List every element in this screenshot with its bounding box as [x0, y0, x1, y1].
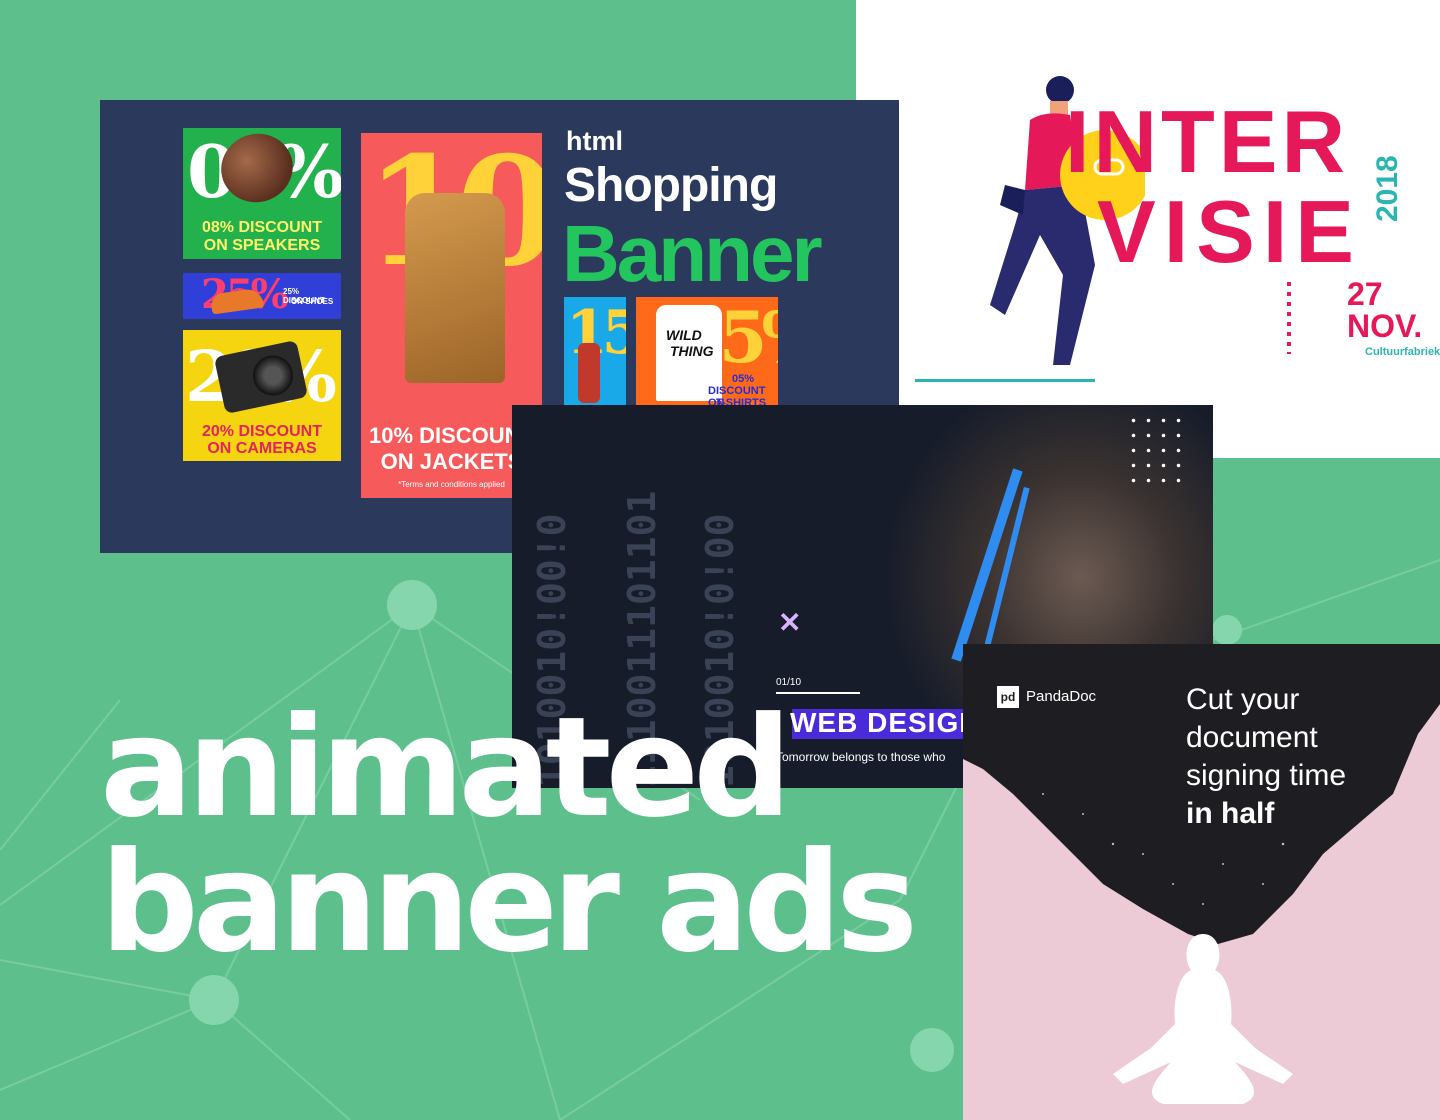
headline-line2: banner ads — [100, 822, 918, 984]
pandadoc-banner: pd PandaDoc Cut your document signing ti… — [963, 644, 1440, 1120]
intervisie-year: 2018 — [1371, 155, 1404, 222]
pandadoc-brand: PandaDoc — [1026, 688, 1097, 705]
shopping-title-line2: Banner — [562, 209, 823, 298]
tshirts-discount-tile: 05% WILD THING 05% DISCOUNT ON T-SHIRTS — [636, 297, 778, 407]
blender-discount-tile: 15 — [564, 297, 626, 407]
tshirts-caption-line1: 05% — [732, 373, 755, 385]
intervisie-ground-line — [915, 379, 1095, 382]
intervisie-dots — [1287, 282, 1291, 354]
shopping-eyebrow: html — [566, 126, 623, 156]
pandadoc-line3: signing time — [1186, 759, 1347, 792]
shoes-caption-line2: ON SHOES — [291, 297, 334, 306]
blender-image — [578, 343, 600, 403]
intervisie-date-month: NOV. — [1347, 308, 1423, 344]
pandadoc-line4: in half — [1186, 797, 1275, 830]
jacket-image — [405, 193, 505, 383]
pandadoc-logo-mark: pd — [997, 686, 1019, 708]
shoes-discount-tile: 25% 25% DISCOUNT ON SHOES — [183, 273, 341, 319]
intervisie-line2: VISIE — [1097, 182, 1362, 281]
intervisie-banner: INTER VISIE 2018 27 NOV. Cultuurfabriek — [915, 50, 1440, 395]
shopping-title-line1: Shopping — [564, 159, 778, 212]
intervisie-date-day: 27 — [1347, 276, 1383, 312]
cameras-discount-tile: 20% 20% DISCOUNT ON CAMERAS — [183, 330, 341, 461]
tshirt-print-line2: THING — [670, 343, 714, 359]
speakers-caption-line2: ON SPEAKERS — [203, 237, 321, 254]
cameras-caption-line2: ON CAMERAS — [207, 440, 317, 457]
dot-grid-decoration — [1126, 413, 1188, 489]
tshirt-print-line1: WILD — [666, 327, 702, 343]
speakers-discount-tile: 08% 08% DISCOUNT ON SPEAKERS — [183, 128, 341, 259]
close-icon[interactable]: ✕ — [778, 609, 801, 637]
intervisie-venue: Cultuurfabriek — [1365, 346, 1440, 358]
pandadoc-line1: Cut your — [1186, 683, 1300, 716]
slide-progress-bar — [776, 692, 860, 694]
cameras-caption-line1: 20% DISCOUNT — [201, 423, 323, 440]
pandadoc-line2: document — [1186, 721, 1318, 754]
headline-line1: animated — [100, 687, 792, 848]
intervisie-line1: INTER — [1065, 92, 1349, 191]
speakers-caption-line1: 08% DISCOUNT — [201, 219, 323, 236]
page-headline: animated banner ads — [100, 687, 918, 984]
